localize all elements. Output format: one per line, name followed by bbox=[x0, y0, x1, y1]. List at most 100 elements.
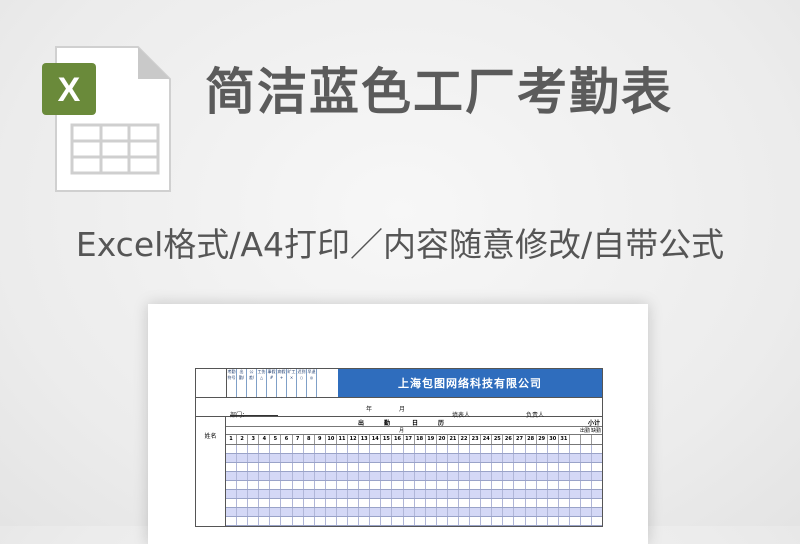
attendance-cell[interactable] bbox=[293, 517, 304, 525]
attendance-cell[interactable] bbox=[259, 472, 271, 480]
attendance-cell[interactable] bbox=[348, 517, 360, 525]
attendance-cell[interactable] bbox=[459, 454, 471, 462]
attendance-cell[interactable] bbox=[481, 517, 493, 525]
attendance-cell[interactable] bbox=[337, 499, 349, 507]
attendance-cell[interactable] bbox=[459, 463, 471, 471]
attendance-cell[interactable] bbox=[426, 472, 437, 480]
attendance-cell[interactable] bbox=[537, 472, 548, 480]
attendance-cell[interactable] bbox=[392, 508, 404, 516]
attendance-cell[interactable] bbox=[348, 472, 360, 480]
attendance-cell[interactable] bbox=[592, 454, 602, 462]
attendance-cell[interactable] bbox=[348, 454, 360, 462]
attendance-cell[interactable] bbox=[426, 490, 437, 498]
attendance-cell[interactable] bbox=[592, 499, 602, 507]
attendance-cell[interactable] bbox=[326, 463, 337, 471]
attendance-cell[interactable] bbox=[270, 472, 282, 480]
attendance-cell[interactable] bbox=[492, 472, 504, 480]
attendance-cell[interactable] bbox=[503, 463, 515, 471]
attendance-cell[interactable] bbox=[304, 472, 315, 480]
attendance-cell[interactable] bbox=[537, 499, 548, 507]
attendance-cell[interactable] bbox=[459, 481, 471, 489]
attendance-cell[interactable] bbox=[592, 508, 602, 516]
attendance-cell[interactable] bbox=[326, 472, 337, 480]
attendance-cell[interactable] bbox=[415, 445, 426, 453]
attendance-cell[interactable] bbox=[548, 445, 559, 453]
attendance-cell[interactable] bbox=[392, 517, 404, 525]
attendance-cell[interactable] bbox=[492, 517, 504, 525]
attendance-cell[interactable] bbox=[526, 463, 537, 471]
attendance-cell[interactable] bbox=[548, 463, 559, 471]
attendance-cell[interactable] bbox=[259, 463, 271, 471]
attendance-cell[interactable] bbox=[481, 472, 493, 480]
attendance-cell[interactable] bbox=[304, 508, 315, 516]
attendance-cell[interactable] bbox=[570, 463, 581, 471]
attendance-cell[interactable] bbox=[370, 445, 382, 453]
attendance-cell[interactable] bbox=[370, 517, 382, 525]
attendance-cell[interactable] bbox=[392, 481, 404, 489]
attendance-cell[interactable] bbox=[570, 481, 581, 489]
attendance-cell[interactable] bbox=[448, 490, 459, 498]
attendance-cell[interactable] bbox=[492, 454, 504, 462]
attendance-cell[interactable] bbox=[259, 445, 271, 453]
attendance-cell[interactable] bbox=[404, 463, 415, 471]
attendance-cell[interactable] bbox=[415, 463, 426, 471]
attendance-cell[interactable] bbox=[359, 499, 371, 507]
attendance-cell[interactable] bbox=[481, 481, 493, 489]
attendance-cell[interactable] bbox=[415, 508, 426, 516]
attendance-cell[interactable] bbox=[426, 454, 437, 462]
attendance-cell[interactable] bbox=[248, 490, 260, 498]
attendance-cell[interactable] bbox=[337, 481, 349, 489]
attendance-cell[interactable] bbox=[559, 454, 570, 462]
attendance-cell[interactable] bbox=[248, 454, 260, 462]
attendance-cell[interactable] bbox=[392, 463, 404, 471]
attendance-cell[interactable] bbox=[326, 517, 337, 525]
attendance-cell[interactable] bbox=[426, 499, 437, 507]
attendance-cell[interactable] bbox=[315, 499, 326, 507]
attendance-cell[interactable] bbox=[226, 481, 238, 489]
attendance-cell[interactable] bbox=[503, 481, 515, 489]
attendance-cell[interactable] bbox=[304, 481, 315, 489]
attendance-cell[interactable] bbox=[548, 508, 559, 516]
attendance-cell[interactable] bbox=[514, 490, 526, 498]
attendance-cell[interactable] bbox=[270, 499, 282, 507]
attendance-cell[interactable] bbox=[503, 499, 515, 507]
attendance-cell[interactable] bbox=[448, 517, 459, 525]
attendance-cell[interactable] bbox=[437, 481, 448, 489]
attendance-cell[interactable] bbox=[359, 463, 371, 471]
attendance-cell[interactable] bbox=[526, 445, 537, 453]
attendance-cell[interactable] bbox=[293, 454, 304, 462]
attendance-cell[interactable] bbox=[348, 445, 360, 453]
attendance-cell[interactable] bbox=[470, 445, 482, 453]
attendance-cell[interactable] bbox=[359, 508, 371, 516]
attendance-cell[interactable] bbox=[415, 517, 426, 525]
attendance-cell[interactable] bbox=[592, 463, 602, 471]
attendance-cell[interactable] bbox=[293, 508, 304, 516]
attendance-cell[interactable] bbox=[448, 508, 459, 516]
attendance-cell[interactable] bbox=[470, 481, 482, 489]
attendance-cell[interactable] bbox=[259, 481, 271, 489]
attendance-cell[interactable] bbox=[426, 508, 437, 516]
attendance-cell[interactable] bbox=[459, 445, 471, 453]
attendance-cell[interactable] bbox=[559, 463, 570, 471]
attendance-cell[interactable] bbox=[503, 454, 515, 462]
attendance-cell[interactable] bbox=[381, 472, 393, 480]
attendance-cell[interactable] bbox=[281, 499, 293, 507]
attendance-cell[interactable] bbox=[437, 472, 448, 480]
attendance-cell[interactable] bbox=[337, 472, 349, 480]
attendance-cell[interactable] bbox=[348, 481, 360, 489]
attendance-cell[interactable] bbox=[281, 508, 293, 516]
attendance-cell[interactable] bbox=[514, 454, 526, 462]
attendance-cell[interactable] bbox=[459, 472, 471, 480]
attendance-cell[interactable] bbox=[248, 517, 260, 525]
attendance-cell[interactable] bbox=[570, 445, 581, 453]
attendance-cell[interactable] bbox=[437, 499, 448, 507]
attendance-cell[interactable] bbox=[348, 499, 360, 507]
attendance-cell[interactable] bbox=[537, 454, 548, 462]
attendance-cell[interactable] bbox=[359, 517, 371, 525]
attendance-cell[interactable] bbox=[492, 508, 504, 516]
attendance-cell[interactable] bbox=[481, 490, 493, 498]
attendance-cell[interactable] bbox=[237, 454, 249, 462]
attendance-cell[interactable] bbox=[304, 517, 315, 525]
attendance-cell[interactable] bbox=[359, 472, 371, 480]
attendance-cell[interactable] bbox=[503, 445, 515, 453]
